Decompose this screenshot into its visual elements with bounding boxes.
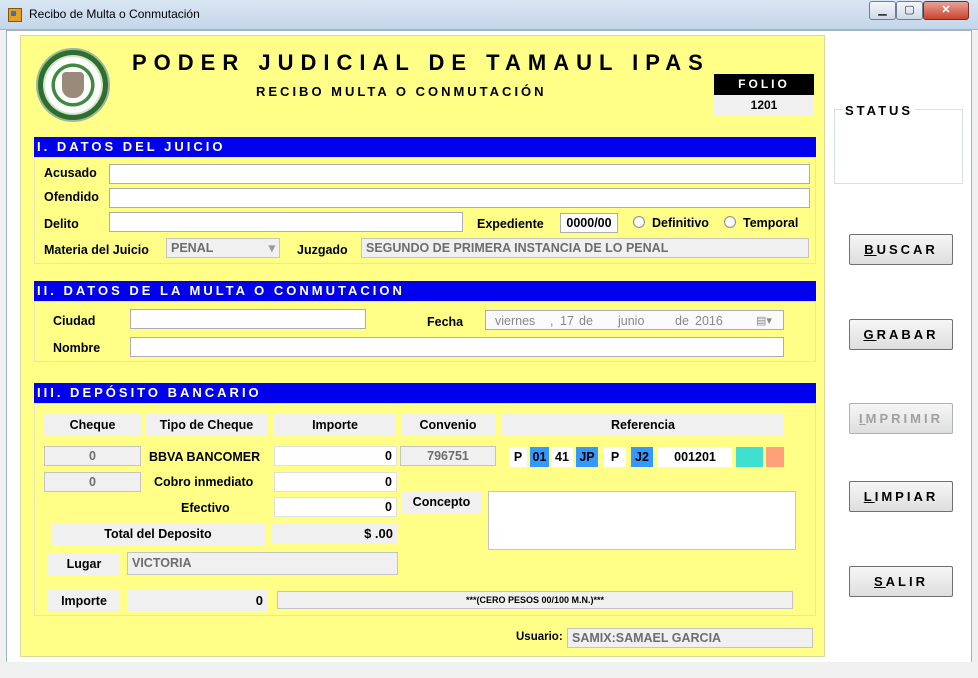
court-seal-logo (36, 48, 110, 122)
total-deposito-label: Total del Deposito (51, 523, 265, 545)
delito-input[interactable] (109, 212, 463, 232)
grabar-mnemonic: G (863, 327, 877, 342)
convenio-field: 796751 (400, 446, 496, 466)
folio-label: FOLIO (714, 74, 814, 95)
fecha-anio: 2016 (695, 314, 723, 328)
materia-select[interactable]: PENAL ▾ (166, 238, 280, 258)
folio-value: 1201 (714, 96, 814, 115)
col-convenio-header: Convenio (401, 414, 495, 436)
fecha-mes: junio (618, 314, 645, 328)
fecha-separador: , (550, 314, 554, 328)
fecha-label: Fecha (427, 315, 464, 329)
imprimir-mnemonic: I (859, 411, 866, 426)
salir-button[interactable]: SALIR (849, 566, 953, 597)
limpiar-mnemonic: L (863, 489, 875, 504)
organization-name: PODER JUDICIAL DE TAMAUL IPAS (132, 50, 710, 75)
document-title: RECIBO MULTA O CONMUTACIÓN (256, 84, 547, 99)
juzgado-field: SEGUNDO DE PRIMERA INSTANCIA DE LO PENAL (361, 238, 809, 258)
ciudad-label: Ciudad (53, 314, 96, 328)
ref-part-1: P (509, 447, 527, 467)
col-cheque-header: Cheque (44, 414, 141, 436)
materia-select-value: PENAL (171, 241, 214, 255)
fecha-datepicker[interactable]: viernes , 17 de junio de 2016 ▤▾ (485, 310, 784, 330)
window-title: Recibo de Multa o Conmutación (29, 7, 200, 21)
minimize-button[interactable]: ▁ (869, 1, 896, 20)
tipo-cobro-inmediato-label: Cobro inmediato (154, 475, 254, 489)
ofendido-label: Ofendido (44, 190, 99, 204)
definitivo-label: Definitivo (652, 216, 709, 230)
limpiar-button[interactable]: LIMPIAR (849, 481, 953, 512)
cheque-1-field: 0 (44, 446, 141, 466)
buscar-rest: USCAR (876, 242, 938, 257)
section-deposito-header: III. DEPÓSITO BANCARIO (34, 383, 816, 403)
importe-bbva-input[interactable]: 0 (274, 446, 397, 466)
importe-con-letra: ***(CERO PESOS 00/100 M.N.)*** (277, 591, 793, 609)
ref-check-digit-cyan (736, 447, 763, 467)
acusado-input[interactable] (109, 164, 810, 184)
col-importe-header: Importe (274, 414, 396, 436)
ref-check-digit-salmon (766, 447, 784, 467)
importe-total-label: Importe (48, 590, 120, 612)
limpiar-rest: IMPIAR (874, 489, 939, 504)
grabar-rest: RABAR (876, 327, 939, 342)
delito-label: Delito (44, 217, 79, 231)
salir-rest: ALIR (885, 574, 928, 589)
nombre-input[interactable] (130, 337, 784, 357)
tipo-bbva-label: BBVA BANCOMER (149, 450, 261, 464)
materia-label: Materia del Juicio (44, 243, 149, 257)
tipo-efectivo-label: Efectivo (181, 501, 230, 515)
imprimir-rest: MPRIMIR (865, 411, 943, 426)
window-bottom-edge (6, 662, 972, 674)
title-bar: Recibo de Multa o Conmutación ▁ ▢ ✕ (0, 0, 978, 30)
salir-mnemonic: S (873, 574, 886, 589)
ref-part-3: 41 (551, 447, 573, 467)
calendar-icon[interactable]: ▤▾ (756, 312, 772, 330)
imprimir-button[interactable]: IMPRIMIR (849, 403, 953, 434)
cheque-2-field: 0 (44, 472, 141, 492)
buscar-button[interactable]: BUSCAR (849, 234, 953, 265)
importe-total-value: 0 (127, 590, 267, 611)
importe-efectivo-input[interactable]: 0 (274, 497, 397, 517)
temporal-radio[interactable] (724, 216, 736, 228)
close-button[interactable]: ✕ (923, 1, 969, 20)
fecha-de-1: de (579, 314, 593, 328)
temporal-label: Temporal (743, 216, 799, 230)
chevron-down-icon: ▾ (268, 241, 275, 255)
usuario-field: SAMIX:SAMAEL GARCIA (567, 628, 813, 648)
total-deposito-value: $ .00 (272, 523, 397, 544)
importe-cobro-input[interactable]: 0 (274, 472, 397, 492)
nombre-label: Nombre (53, 341, 101, 355)
ref-part-2: 01 (530, 447, 549, 467)
status-box (834, 109, 963, 184)
ref-part-5: P (604, 447, 626, 467)
fecha-numero: 17 (560, 314, 574, 328)
fecha-dia: viernes (495, 314, 536, 328)
maximize-button[interactable]: ▢ (896, 1, 923, 20)
acusado-label: Acusado (44, 166, 97, 180)
lugar-field: VICTORIA (127, 552, 398, 575)
app-icon (8, 8, 22, 22)
section-datos-juicio-header: I. DATOS DEL JUICIO (34, 137, 816, 157)
concepto-label: Concepto (401, 492, 482, 514)
fecha-de-2: de (675, 314, 689, 328)
ref-part-4: JP (576, 447, 598, 467)
ref-part-7: 001201 (658, 447, 732, 467)
definitivo-radio[interactable] (633, 216, 645, 228)
col-referencia-header: Referencia (502, 414, 784, 436)
status-label: STATUS (843, 103, 916, 118)
usuario-label: Usuario: (516, 631, 563, 643)
section-datos-multa-header: II. DATOS DE LA MULTA O CONMUTACION (34, 281, 816, 301)
ref-part-6: J2 (631, 447, 653, 467)
concepto-textarea[interactable] (488, 491, 796, 550)
lugar-label: Lugar (48, 553, 120, 575)
expediente-input[interactable]: 0000/00 (560, 213, 618, 233)
buscar-mnemonic: B (864, 242, 877, 257)
col-tipo-cheque-header: Tipo de Cheque (145, 414, 268, 436)
expediente-label: Expediente (477, 217, 544, 231)
ciudad-input[interactable] (130, 309, 366, 329)
ofendido-input[interactable] (109, 188, 810, 208)
grabar-button[interactable]: GRABAR (849, 319, 953, 350)
juzgado-label: Juzgado (297, 243, 348, 257)
